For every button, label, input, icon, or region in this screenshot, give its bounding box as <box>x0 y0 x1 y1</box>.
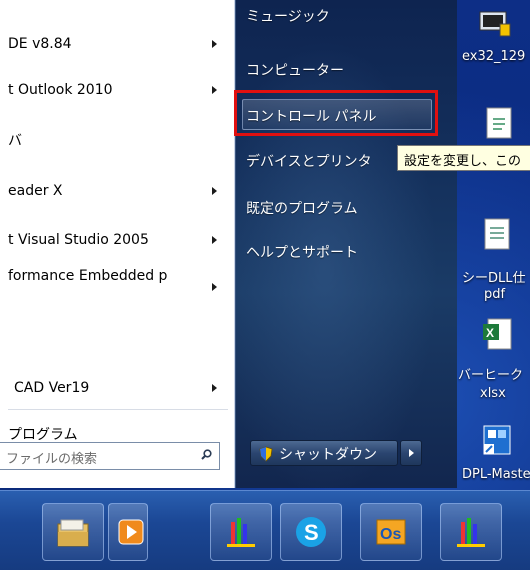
program-label: t Visual Studio 2005 <box>8 232 149 248</box>
desktop-icon-top[interactable] <box>478 10 512 38</box>
program-item[interactable]: eader X <box>0 176 235 206</box>
program-label: DE v8.84 <box>8 36 72 52</box>
menu-item-music[interactable]: ミュージック <box>246 6 330 26</box>
taskbar-skype-button[interactable]: S <box>280 503 342 561</box>
submenu-arrow-icon <box>212 40 217 48</box>
program-label: formance Embedded p <box>8 268 168 284</box>
program-item[interactable]: CAD Ver19 <box>0 373 235 403</box>
submenu-arrow-icon <box>212 187 217 195</box>
shutdown-label: シャットダウン <box>279 447 377 463</box>
submenu-arrow-icon <box>212 283 217 291</box>
taskbar-app-button[interactable] <box>210 503 272 561</box>
search-icon[interactable] <box>201 449 212 460</box>
program-item[interactable]: バ <box>0 126 235 156</box>
desktop-icon-label: xlsx <box>480 386 506 401</box>
program-item[interactable]: t Outlook 2010 <box>0 75 235 105</box>
start-menu-programs-panel: DE v8.84 t Outlook 2010 バ eader X t Visu… <box>0 0 235 488</box>
taskbar-app-button-2[interactable] <box>440 503 502 561</box>
program-label: t Outlook 2010 <box>8 82 113 98</box>
chevron-right-icon <box>409 449 414 457</box>
taskbar: S Os <box>0 490 530 570</box>
shield-icon <box>259 446 273 462</box>
search-placeholder: ファイルの検索 <box>6 452 98 467</box>
app-bars-icon <box>227 518 255 547</box>
desktop-icon-label: バーヒーク <box>458 368 524 383</box>
desktop-icon-label: ex32_129 <box>462 49 526 64</box>
taskbar-explorer-button[interactable] <box>42 503 104 561</box>
submenu-arrow-icon <box>212 384 217 392</box>
submenu-arrow-icon <box>212 236 217 244</box>
program-label: eader X <box>8 183 63 199</box>
program-label: CAD Ver19 <box>14 380 90 396</box>
shortcut-app-icon[interactable] <box>482 424 512 456</box>
shutdown-options-button[interactable] <box>400 440 422 466</box>
menu-item-help-support[interactable]: ヘルプとサポート <box>246 242 358 262</box>
program-item[interactable]: t Visual Studio 2005 <box>0 225 235 255</box>
svg-text:S: S <box>304 520 319 545</box>
explorer-icon <box>57 519 89 547</box>
outlook-icon: Os <box>376 519 406 545</box>
skype-icon: S <box>296 517 326 547</box>
desktop-icon-label: DPL-Maste <box>462 467 530 482</box>
program-item[interactable]: DE v8.84 <box>0 29 235 59</box>
menu-separator <box>8 409 228 410</box>
program-label: バ <box>8 133 22 149</box>
desktop-icon-label: pdf <box>484 287 506 302</box>
pdf-file-icon[interactable] <box>484 218 510 250</box>
search-input[interactable]: ファイルの検索 <box>0 442 220 470</box>
taskbar-outlook-button[interactable]: Os <box>360 503 422 561</box>
control-panel-highlight-box <box>234 90 438 136</box>
program-item[interactable]: formance Embedded p <box>0 261 235 313</box>
all-programs-button[interactable]: プログラム <box>8 424 78 444</box>
menu-item-default-programs[interactable]: 既定のプログラム <box>246 198 358 218</box>
media-player-icon <box>118 519 144 545</box>
document-icon[interactable] <box>486 107 512 139</box>
shutdown-button[interactable]: シャットダウン <box>250 440 398 466</box>
tooltip: 設定を変更し、この <box>397 145 530 171</box>
submenu-arrow-icon <box>212 86 217 94</box>
svg-text:X: X <box>486 326 494 340</box>
svg-text:Os: Os <box>380 526 401 543</box>
taskbar-media-player-button[interactable] <box>108 503 148 561</box>
desktop-icon-label: シーDLL仕 <box>462 271 526 286</box>
menu-item-devices-printers[interactable]: デバイスとプリンタ <box>246 151 372 171</box>
menu-item-computer[interactable]: コンピューター <box>246 60 344 80</box>
app-bars-icon-2 <box>457 518 485 547</box>
excel-file-icon[interactable]: X <box>482 318 512 350</box>
